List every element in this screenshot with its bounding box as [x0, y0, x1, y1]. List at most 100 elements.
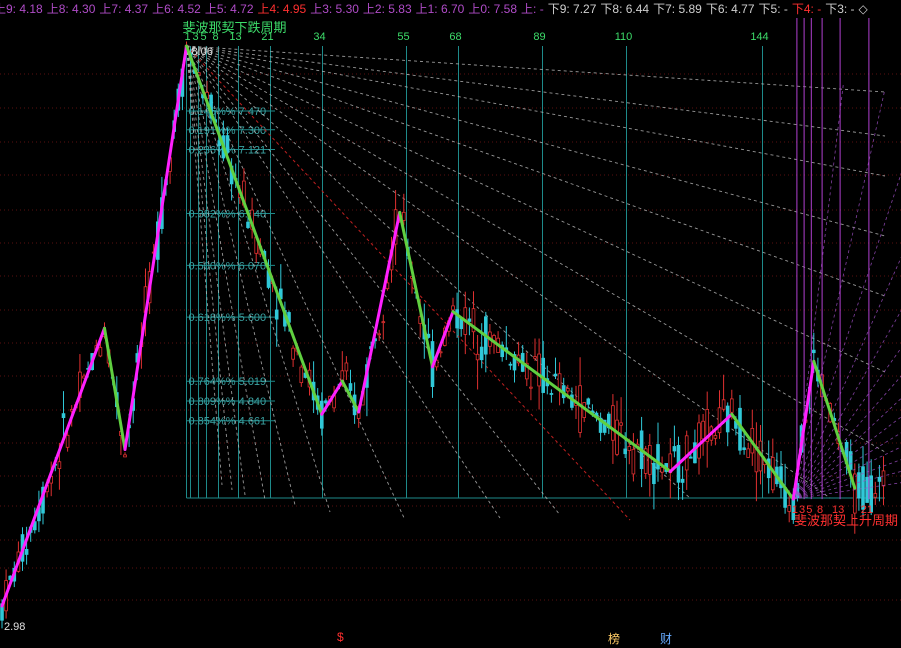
candle-body-150 — [615, 419, 619, 455]
candle-body-174 — [713, 435, 718, 439]
fan-line-0 — [186, 45, 886, 93]
zigzag-segment-12 — [791, 359, 816, 501]
candle-body-171 — [701, 420, 705, 440]
fib-time-label-11: 144 — [750, 31, 768, 43]
candle-body-209 — [857, 472, 861, 499]
candle-body-167 — [684, 435, 689, 471]
candle-body-15 — [61, 413, 66, 419]
bottom-bang-button[interactable]: 榜 — [608, 630, 620, 647]
candle-body-85 — [348, 383, 353, 391]
candle-body-60 — [246, 221, 250, 228]
fib-time-label-9: 89 — [533, 31, 545, 43]
fan-line-10 — [186, 45, 501, 519]
up-level-1: 上8: 4.30 — [46, 2, 96, 16]
candle-body-30 — [123, 454, 127, 458]
candle-body-92 — [377, 333, 381, 336]
candle-body-129 — [529, 386, 533, 389]
fan-line-2 — [186, 45, 886, 177]
candle-body-152 — [623, 448, 627, 455]
down-level-1: 下8: 6.44 — [600, 2, 650, 16]
candle-body-107 — [438, 351, 443, 354]
candle-body-110 — [451, 305, 455, 311]
zigzag-segment-0 — [0, 326, 106, 608]
up-level-5: 上4: 4.95 — [257, 2, 307, 16]
zigzag-segment-7 — [398, 210, 434, 369]
fan-line-4 — [186, 45, 886, 297]
bottom-s-button[interactable]: $ — [337, 630, 344, 644]
candle-body-151 — [619, 422, 623, 426]
candle-body-215 — [881, 470, 886, 487]
up-fan-line-0 — [792, 82, 844, 500]
candle-body-182 — [746, 448, 750, 458]
fan-line-1 — [186, 45, 886, 137]
candle-body-114 — [467, 318, 472, 322]
retrace-label-5: 0.618%% 5.600 — [189, 312, 267, 324]
down-level-5: 下4: - — [791, 2, 822, 16]
up-level-6: 上3: 5.30 — [310, 2, 359, 16]
candle-body-134 — [549, 393, 554, 395]
up-level-0: 上9: 4.18 — [0, 2, 43, 16]
fib-time-label-7: 55 — [397, 31, 409, 43]
up-level-8: 上1: 6.70 — [415, 2, 465, 16]
retrace-label-6: 0.764%% 5.019 — [189, 376, 267, 388]
candle-body-132 — [541, 357, 545, 393]
fan-line-6 — [186, 45, 886, 453]
candle-body-79 — [324, 400, 328, 404]
candle-body-164 — [672, 446, 677, 452]
candle-body-73 — [299, 366, 304, 384]
down-level-0: 下9: 7.27 — [547, 2, 597, 16]
bottom-toolbar: $ 榜 财 — [0, 630, 901, 648]
candle-body-211 — [865, 476, 869, 503]
candle-body-135 — [553, 373, 558, 377]
fib-time-label-8: 68 — [449, 31, 461, 43]
bottom-cai-button[interactable]: 财 — [660, 630, 672, 647]
candle-body-160 — [656, 444, 660, 470]
candle-body-138 — [566, 388, 570, 392]
fib-time-label-10: 110 — [615, 31, 633, 43]
candle-body-124 — [508, 363, 513, 366]
indicator-header: 上9: 4.18 上8: 4.30 上7: 4.37 上6: 4.52 上5: 4.72… — [0, 0, 901, 18]
candle-body-210 — [861, 466, 865, 510]
fibonacci-candlestick-chart: 1 3 5 8 13 21 34 55 68 89 110 1440.146%% 7.4700.191… — [0, 0, 901, 633]
up-level-2: 上7: 4.37 — [99, 2, 149, 16]
candle-body-192 — [787, 505, 791, 512]
candle-body-153 — [627, 446, 632, 451]
candle-body-71 — [291, 347, 295, 360]
candle-body-175 — [717, 407, 722, 434]
zigzag-segment-8 — [431, 310, 455, 369]
zigzag-segment-13 — [812, 359, 857, 490]
up-level-10: 上: - — [521, 2, 544, 16]
zigzag-segment-10 — [668, 412, 734, 474]
candle-body-84 — [344, 362, 349, 372]
up-level-7: 上2: 5.83 — [362, 2, 412, 16]
candle-body-158 — [648, 444, 652, 475]
candle-body-136 — [557, 373, 562, 391]
candle-body-117 — [479, 346, 484, 361]
candle-body-6 — [24, 548, 29, 555]
candle-body-98 — [401, 211, 406, 221]
candle-body-55 — [225, 135, 230, 153]
candle-body-14 — [57, 461, 62, 469]
fib-time-label-6: 34 — [313, 31, 325, 43]
candle-body-143 — [586, 398, 591, 405]
zigzag-segment-1 — [103, 326, 127, 451]
candle-body-141 — [578, 385, 582, 433]
candle-body-166 — [680, 478, 685, 483]
candle-body-24 — [98, 347, 103, 357]
candle-body-130 — [533, 356, 537, 359]
candle-body-178 — [730, 398, 734, 413]
candle-body-149 — [611, 405, 615, 441]
candle-body-181 — [742, 447, 746, 451]
up-cycle-title: 斐波那契上升周期 — [794, 513, 898, 528]
up-level-3: 上6: 4.52 — [152, 2, 201, 16]
fan-line-5 — [186, 45, 886, 373]
down-level-2: 下7: 5.89 — [653, 2, 702, 16]
down-level-6: 下3: - — [825, 2, 855, 16]
high-price-label: 8.06 — [192, 46, 213, 58]
zigzag-segment-4 — [320, 379, 344, 416]
diamond-icon[interactable]: ◇ — [859, 2, 868, 16]
retrace-label-7: 0.809%% 4.840 — [189, 396, 267, 408]
candle-body-131 — [537, 353, 541, 387]
candle-body-67 — [274, 309, 279, 320]
up-fan-line-3 — [792, 256, 901, 500]
